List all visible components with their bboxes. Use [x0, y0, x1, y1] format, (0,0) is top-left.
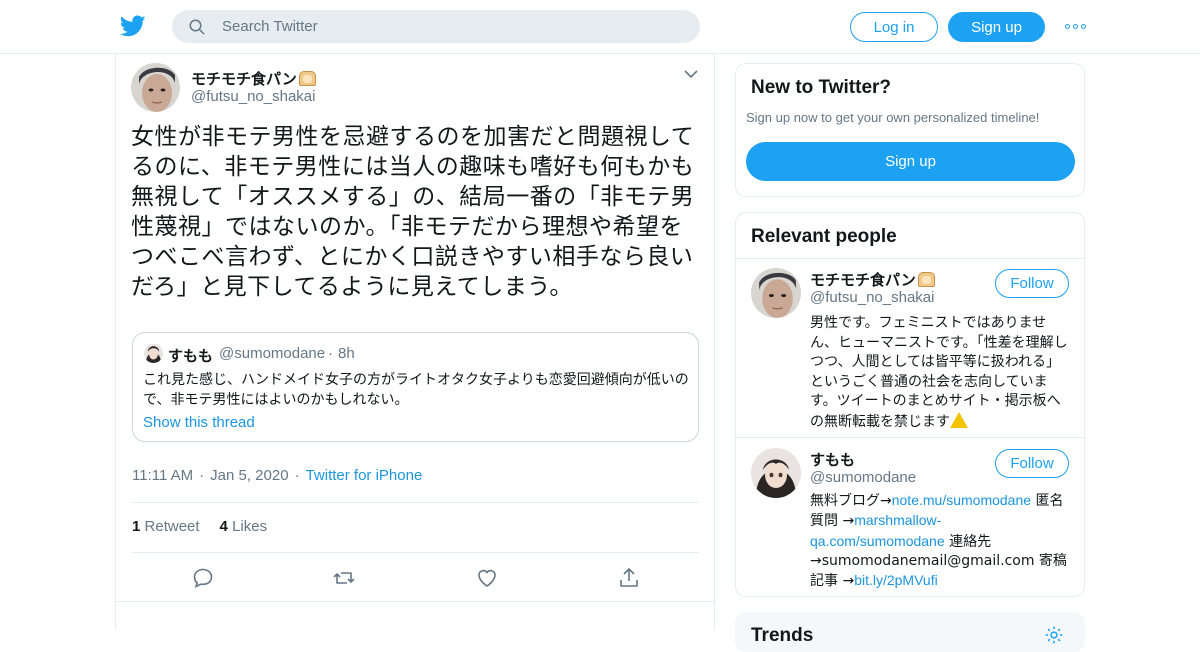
follow-button[interactable]: Follow: [995, 449, 1069, 478]
twitter-bird-icon[interactable]: [119, 13, 147, 39]
person-name[interactable]: すもも: [810, 449, 855, 470]
more-dots-icon[interactable]: [1065, 20, 1087, 32]
search-bar[interactable]: [172, 10, 700, 43]
top-navigation-bar: Log in Sign up: [0, 0, 1200, 54]
person-bio: 男性です。フェミニストではありません、ヒューマニストです。「性差を理解しつつ、人…: [810, 315, 1068, 430]
quoted-tweet[interactable]: すもも @sumomodane · 8h これ見た感じ、ハンドメイド女子の方がラ…: [132, 332, 699, 442]
bio-link[interactable]: bit.ly/2pMVufi: [854, 572, 938, 588]
retweets-stat[interactable]: 1 Retweet: [132, 518, 200, 535]
new-to-twitter-card: New to Twitter? Sign up now to get your …: [735, 63, 1085, 197]
search-input[interactable]: [222, 18, 662, 35]
divider: [116, 601, 715, 602]
bread-emoji-icon: [298, 71, 316, 86]
divider: [132, 502, 699, 503]
quote-author-handle: @sumomodane: [219, 345, 326, 362]
divider: [736, 258, 1084, 259]
person-avatar[interactable]: [751, 268, 801, 318]
person-avatar[interactable]: [751, 448, 801, 498]
tweet-source-link[interactable]: Twitter for iPhone: [306, 467, 423, 484]
tweet-text: 女性が非モテ男性を忌避するのを加害だと問題視してるのに、非モテ男性には当人の趣味…: [131, 124, 695, 300]
quote-time: 8h: [338, 345, 355, 362]
person-name[interactable]: モチモチ食パン: [810, 269, 935, 290]
tweet-meta: 11:11 AM · Jan 5, 2020 · Twitter for iPh…: [132, 467, 422, 484]
author-avatar[interactable]: [131, 63, 180, 112]
card-title: Relevant people: [751, 226, 897, 247]
retweet-icon[interactable]: [332, 566, 356, 590]
quote-text: これ見た感じ、ハンドメイド女子の方がライトオタク女子よりも恋愛回避傾向が低いので…: [143, 372, 689, 408]
relevant-people-card: Relevant people モチモチ食パン @futsu_no_shakai…: [735, 212, 1085, 597]
person-handle[interactable]: @sumomodane: [810, 469, 916, 486]
bread-emoji-icon: [917, 272, 935, 287]
tweet-time: 11:11 AM: [132, 467, 194, 484]
person-handle[interactable]: @futsu_no_shakai: [810, 289, 934, 306]
divider: [132, 552, 699, 553]
separator-dot: ·: [294, 467, 300, 484]
like-heart-icon[interactable]: [475, 566, 499, 590]
sidebar-sign-up-button[interactable]: Sign up: [746, 142, 1075, 181]
quote-avatar: [144, 344, 163, 363]
tweet-date: Jan 5, 2020: [210, 467, 289, 484]
chevron-down-icon[interactable]: [684, 69, 698, 79]
author-handle[interactable]: @futsu_no_shakai: [191, 88, 315, 105]
show-thread-link[interactable]: Show this thread: [143, 414, 255, 431]
card-title: Trends: [751, 625, 814, 646]
bio-link[interactable]: note.mu/sumomodane: [892, 492, 1031, 508]
warning-icon: [950, 411, 968, 428]
share-icon[interactable]: [617, 566, 641, 590]
quote-author-name: すもも: [168, 348, 214, 365]
log-in-button[interactable]: Log in: [850, 12, 938, 42]
separator-dot: ·: [199, 467, 205, 484]
person-bio: 無料ブログ→note.mu/sumomodane 匿名質問 →marshmall…: [810, 492, 1067, 590]
reply-icon[interactable]: [191, 566, 215, 590]
gear-icon[interactable]: [1044, 625, 1064, 645]
sign-up-button[interactable]: Sign up: [948, 12, 1045, 42]
follow-button[interactable]: Follow: [995, 269, 1069, 298]
likes-stat[interactable]: 4 Likes: [220, 518, 268, 535]
tweet-stats: 1 Retweet 4 Likes: [132, 518, 267, 535]
author-name[interactable]: モチモチ食パン: [191, 68, 316, 89]
divider: [736, 437, 1084, 438]
tweet-detail: モチモチ食パン @futsu_no_shakai 女性が非モテ男性を忌避するのを…: [115, 54, 715, 630]
card-title: New to Twitter?: [751, 77, 892, 98]
card-subtitle: Sign up now to get your own personalized…: [746, 110, 1040, 125]
trends-card: Trends: [735, 612, 1085, 652]
separator-dot: ·: [328, 345, 333, 362]
search-icon: [189, 19, 205, 34]
